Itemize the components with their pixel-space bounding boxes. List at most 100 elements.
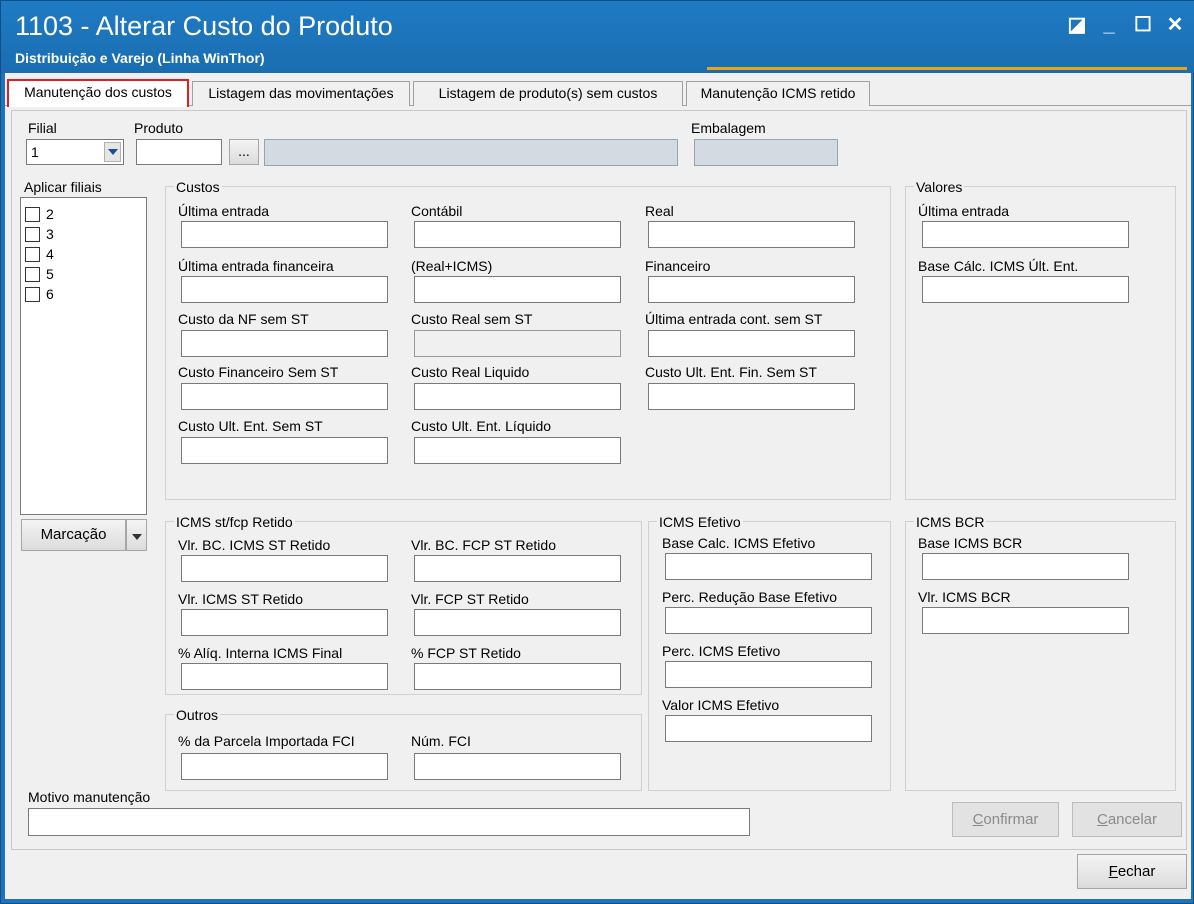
base-calc-icms-efetivo-input[interactable] — [665, 553, 872, 580]
contabil-input[interactable] — [414, 221, 621, 248]
filial-label: Filial — [28, 120, 57, 136]
real-icms-input[interactable] — [414, 276, 621, 303]
motivo-manutencao-input[interactable] — [28, 808, 750, 836]
filial-item[interactable]: 4 — [25, 244, 54, 264]
maximize-button[interactable]: ☐ — [1129, 11, 1157, 39]
title-bar[interactable]: 1103 - Alterar Custo do Produto Distribu… — [1, 1, 1194, 73]
custo-label: Última entrada cont. sem ST — [645, 311, 823, 327]
custo-financeiro-sem-st-input[interactable] — [181, 383, 388, 410]
filial-select[interactable]: 1 — [26, 139, 124, 165]
custo-label: Custo Ult. Ent. Líquido — [411, 418, 552, 434]
custo-label: Última entrada financeira — [178, 258, 334, 274]
outros-group-title: Outros — [174, 707, 221, 723]
icms-bcr-label: Vlr. ICMS BCR — [918, 589, 1011, 605]
valores-group-title: Valores — [914, 179, 965, 195]
custo-label: Financeiro — [645, 258, 711, 274]
custo-real-sem-st-field — [414, 330, 621, 357]
custos-group: Custos Última entrada Última entrada fin… — [165, 179, 891, 500]
custo-ult-ent-sem-st-input[interactable] — [181, 437, 388, 464]
marcacao-dropdown-button[interactable] — [126, 519, 147, 551]
icms-efetivo-group: ICMS Efetivo Base Calc. ICMS Efetivo Per… — [648, 514, 891, 791]
vlr-icms-bcr-input[interactable] — [922, 607, 1129, 634]
custo-label: Custo Ult. Ent. Fin. Sem ST — [645, 364, 817, 380]
vlr-icms-st-retido-input[interactable] — [181, 609, 388, 636]
real-input[interactable] — [648, 221, 855, 248]
custo-ult-ent-liquido-input[interactable] — [414, 437, 621, 464]
tab-manutencao-icms-retido[interactable]: Manutenção ICMS retido — [686, 81, 870, 106]
confirmar-button: Confirmar — [952, 802, 1059, 837]
custo-label: Custo Real Liquido — [411, 364, 530, 380]
filial-item-label: 3 — [46, 226, 54, 242]
cancelar-hotkey: C — [1096, 811, 1108, 828]
close-button[interactable]: ✕ — [1161, 11, 1189, 39]
financeiro-input[interactable] — [648, 276, 855, 303]
custo-label: Custo Real sem ST — [411, 311, 533, 327]
checkbox[interactable] — [25, 206, 40, 222]
checkbox[interactable] — [25, 286, 40, 302]
fechar-button[interactable]: Fechar — [1077, 854, 1187, 889]
icms-st-label: Vlr. BC. FCP ST Retido — [411, 537, 556, 553]
filial-value: 1 — [31, 144, 39, 160]
custo-real-liquido-input[interactable] — [414, 383, 621, 410]
custo-ult-ent-fin-sem-st-input[interactable] — [648, 383, 855, 410]
custo-nf-sem-st-input[interactable] — [181, 330, 388, 357]
aplicar-filiais-label: Aplicar filiais — [24, 179, 102, 195]
fcp-st-retido-input[interactable] — [414, 663, 621, 690]
parcela-importada-fci-input[interactable] — [181, 753, 388, 780]
custo-label: Custo da NF sem ST — [178, 311, 309, 327]
fechar-hotkey: F — [1108, 863, 1118, 880]
icms-st-group-title: ICMS st/fcp Retido — [174, 514, 295, 530]
icms-st-label: Vlr. ICMS ST Retido — [178, 591, 304, 607]
cancelar-button: Cancelar — [1072, 802, 1182, 837]
filial-item[interactable]: 5 — [25, 264, 54, 284]
ultima-entrada-input[interactable] — [181, 221, 388, 248]
filial-item[interactable]: 3 — [25, 224, 54, 244]
filial-item-label: 2 — [46, 206, 54, 222]
icms-st-group: ICMS st/fcp Retido Vlr. BC. ICMS ST Reti… — [165, 514, 642, 695]
title-accent-line — [707, 67, 1187, 70]
filial-item[interactable]: 6 — [25, 284, 54, 304]
minimize-button[interactable]: _ — [1095, 11, 1123, 39]
tab-listagem-produtos-sem-custos[interactable]: Listagem de produto(s) sem custos — [413, 81, 683, 106]
valores-ultima-entrada-input[interactable] — [922, 221, 1129, 248]
filial-item-label: 4 — [46, 246, 54, 262]
valores-group: Valores Última entrada Base Cálc. ICMS Ú… — [905, 179, 1176, 500]
checkbox[interactable] — [25, 226, 40, 242]
icms-efetivo-label: Perc. Redução Base Efetivo — [662, 589, 838, 605]
tab-listagem-movimentacoes[interactable]: Listagem das movimentações — [192, 81, 410, 106]
icms-bcr-group-title: ICMS BCR — [914, 514, 987, 530]
tab-manutencao-custos[interactable]: Manutenção dos custos — [7, 79, 189, 107]
perc-icms-efetivo-input[interactable] — [665, 661, 872, 688]
window-subtitle: Distribuição e Varejo (Linha WinThor) — [15, 50, 265, 66]
icms-st-label: Vlr. FCP ST Retido — [411, 591, 529, 607]
custo-label: Contábil — [411, 203, 463, 219]
num-fci-input[interactable] — [414, 753, 621, 780]
aliq-interna-icms-final-input[interactable] — [181, 663, 388, 690]
chevron-down-icon[interactable] — [104, 142, 121, 162]
ultima-entrada-cont-sem-st-input[interactable] — [648, 330, 855, 357]
embalagem-label: Embalagem — [691, 120, 766, 136]
icms-st-label: Vlr. BC. ICMS ST Retido — [178, 537, 331, 553]
restore-icon[interactable]: ◪ — [1063, 11, 1091, 39]
outros-label: % da Parcela Importada FCI — [178, 733, 355, 749]
filial-item-label: 6 — [46, 286, 54, 302]
vlr-bc-icms-st-retido-input[interactable] — [181, 555, 388, 582]
icms-st-label: % FCP ST Retido — [411, 645, 521, 661]
checkbox[interactable] — [25, 246, 40, 262]
motivo-manutencao-label: Motivo manutenção — [28, 789, 151, 805]
checkbox[interactable] — [25, 266, 40, 282]
produto-description-field — [264, 139, 678, 166]
filial-item[interactable]: 2 — [25, 204, 54, 224]
produto-search-button[interactable]: ... — [229, 139, 259, 165]
perc-reducao-base-efetivo-input[interactable] — [665, 607, 872, 634]
base-calc-icms-ult-ent-input[interactable] — [922, 276, 1129, 303]
vlr-bc-fcp-st-retido-input[interactable] — [414, 555, 621, 582]
marcacao-button[interactable]: Marcação — [21, 519, 126, 551]
base-icms-bcr-input[interactable] — [922, 553, 1129, 580]
ultima-entrada-financeira-input[interactable] — [181, 276, 388, 303]
valor-icms-efetivo-input[interactable] — [665, 715, 872, 742]
icms-bcr-label: Base ICMS BCR — [918, 535, 1023, 551]
vlr-fcp-st-retido-input[interactable] — [414, 609, 621, 636]
produto-code-input[interactable] — [136, 139, 222, 165]
tab-strip: Manutenção dos custos Listagem das movim… — [5, 79, 1191, 107]
